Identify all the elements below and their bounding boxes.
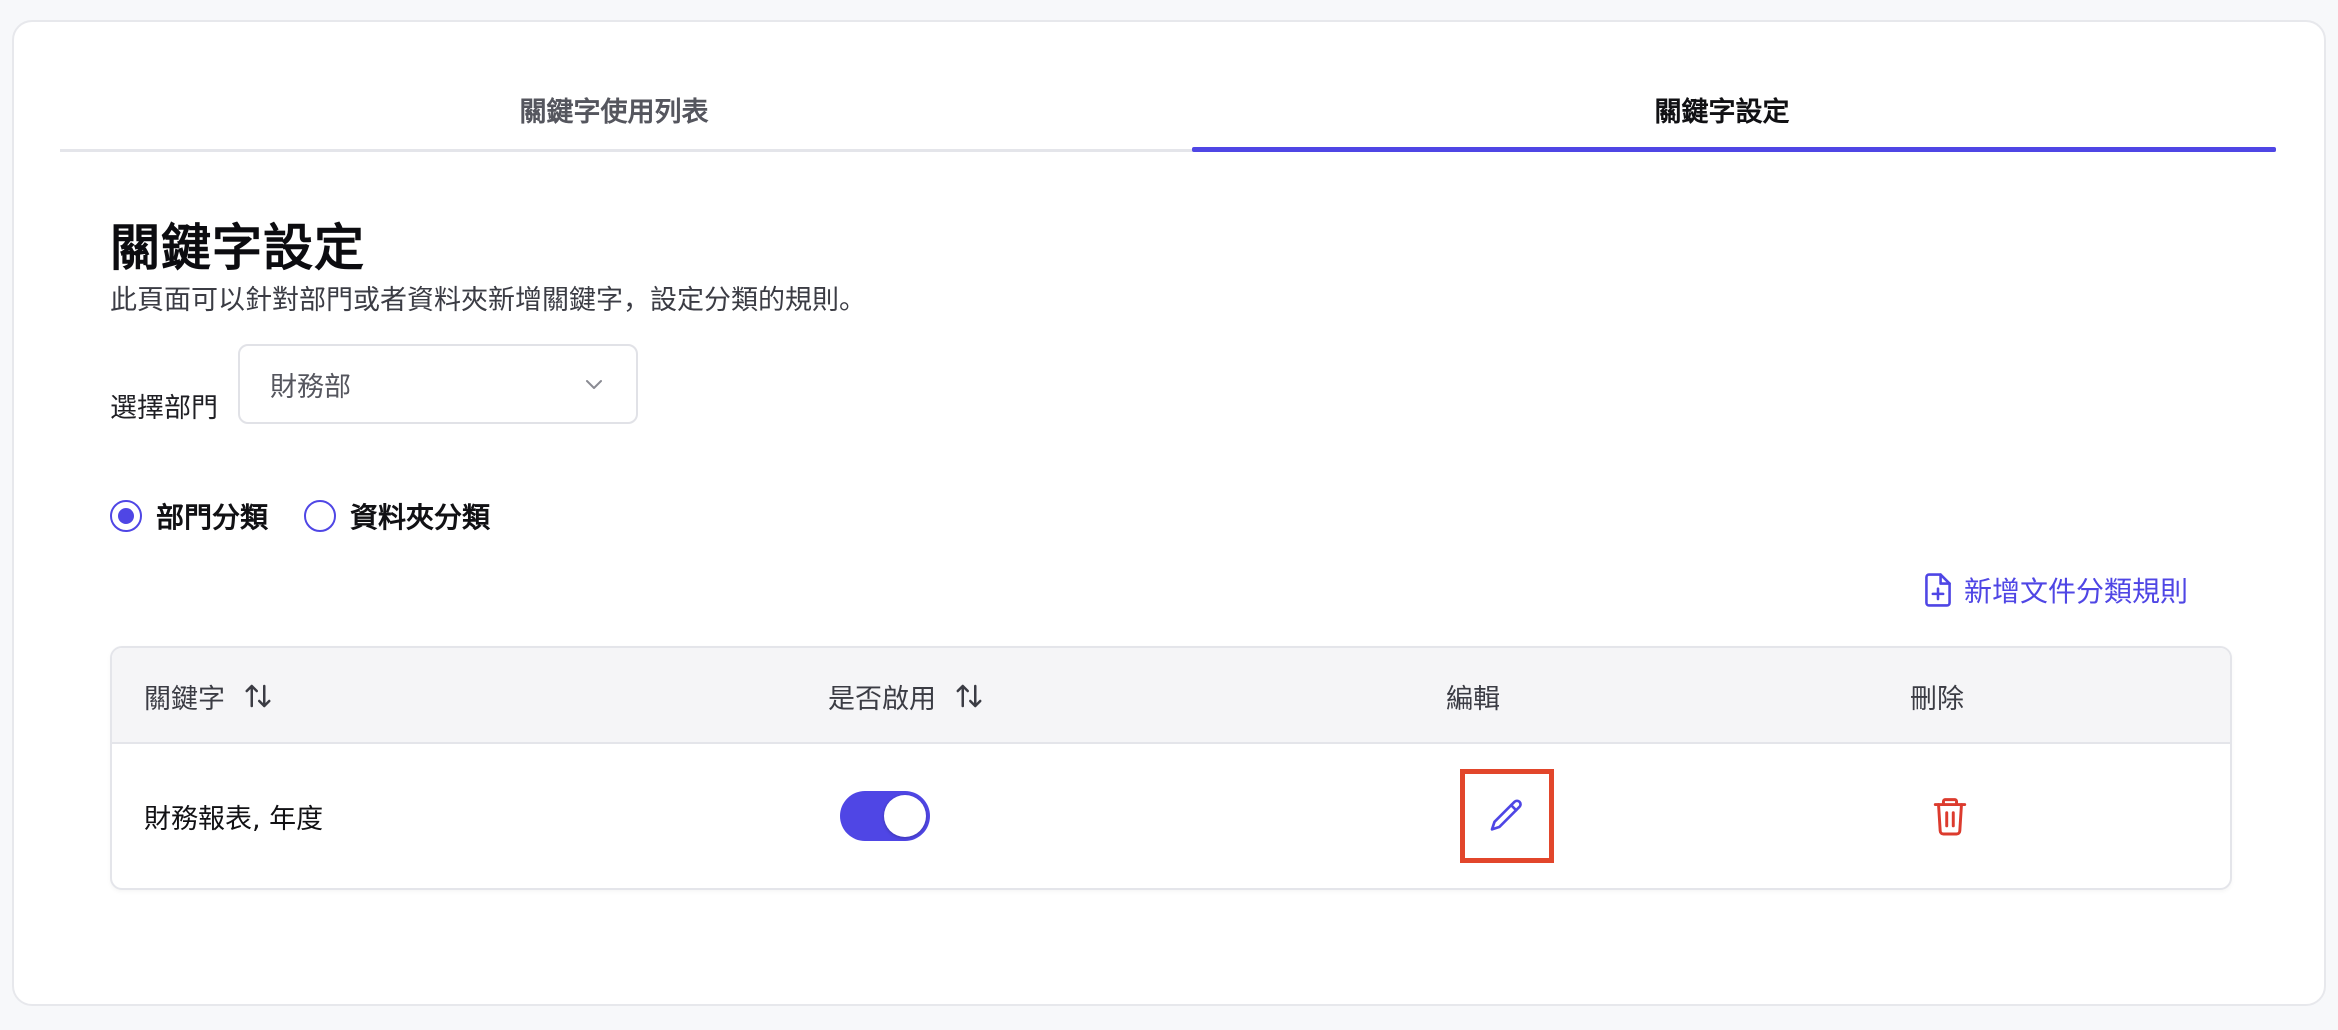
department-select[interactable]: 財務部 bbox=[238, 344, 638, 424]
column-header-edit: 編輯 bbox=[1446, 648, 1500, 744]
chevron-down-icon bbox=[586, 380, 602, 389]
keyword-table: 關鍵字 是否啟用 編輯 刪除 財務報表, 年度 bbox=[110, 646, 2232, 890]
column-label: 編輯 bbox=[1446, 683, 1500, 715]
column-label: 是否啟用 bbox=[828, 683, 936, 715]
page-description: 此頁面可以針對部門或者資料夾新增關鍵字，設定分類的規則。 bbox=[110, 285, 866, 316]
file-plus-icon bbox=[1925, 573, 1951, 607]
tab-bar: 關鍵字使用列表 關鍵字設定 bbox=[60, 80, 2276, 152]
radio-label: 部門分類 bbox=[156, 501, 269, 534]
enabled-cell bbox=[840, 744, 930, 888]
trash-icon bbox=[1933, 798, 1967, 836]
column-label: 關鍵字 bbox=[144, 683, 225, 715]
delete-button[interactable] bbox=[1932, 796, 1968, 836]
column-label: 刪除 bbox=[1910, 683, 1964, 715]
radio-checked-icon bbox=[110, 500, 142, 532]
keyword-value: 財務報表, 年度 bbox=[144, 803, 324, 835]
radio-department-classification[interactable]: 部門分類 bbox=[110, 496, 268, 536]
table-row: 財務報表, 年度 bbox=[112, 744, 2230, 888]
department-selected-value: 財務部 bbox=[270, 371, 351, 403]
add-rule-label: 新增文件分類規則 bbox=[1963, 575, 2188, 608]
tab-keyword-settings[interactable]: 關鍵字設定 bbox=[1168, 80, 2276, 152]
department-label: 選擇部門 bbox=[110, 393, 218, 424]
pencil-icon bbox=[1490, 799, 1522, 831]
settings-card: 關鍵字使用列表 關鍵字設定 關鍵字設定 此頁面可以針對部門或者資料夾新增關鍵字，… bbox=[12, 20, 2326, 1006]
radio-folder-classification[interactable]: 資料夾分類 bbox=[304, 496, 490, 536]
keyword-cell: 財務報表, 年度 bbox=[144, 744, 323, 888]
column-header-enabled: 是否啟用 bbox=[828, 648, 984, 744]
add-document-rule-button[interactable]: 新增文件分類規則 bbox=[1922, 570, 2188, 610]
radio-unchecked-icon bbox=[304, 500, 337, 532]
table-header: 關鍵字 是否啟用 編輯 刪除 bbox=[112, 648, 2230, 744]
edit-cell bbox=[1460, 744, 1554, 888]
tab-keyword-usage-list[interactable]: 關鍵字使用列表 bbox=[60, 80, 1168, 149]
delete-cell bbox=[1932, 744, 1968, 888]
enabled-toggle[interactable] bbox=[840, 791, 930, 841]
radio-label: 資料夾分類 bbox=[350, 501, 491, 534]
page-title: 關鍵字設定 bbox=[110, 219, 365, 277]
sort-icon[interactable] bbox=[954, 681, 984, 711]
column-header-delete: 刪除 bbox=[1910, 648, 1964, 744]
edit-button[interactable] bbox=[1460, 769, 1554, 863]
sort-icon[interactable] bbox=[243, 681, 273, 711]
classification-radio-group: 部門分類 資料夾分類 bbox=[110, 496, 490, 536]
column-header-keyword: 關鍵字 bbox=[144, 648, 273, 744]
